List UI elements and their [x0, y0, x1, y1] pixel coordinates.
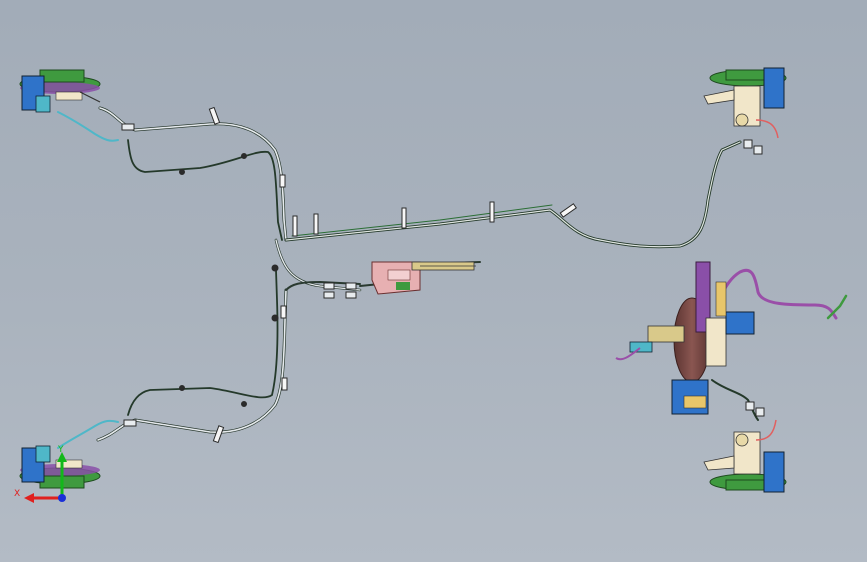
rear-left-upper-dark-tube — [127, 139, 283, 241]
brake-line-assembly-drawing: X Y — [14, 67, 848, 503]
cad-viewport[interactable]: X Y — [0, 0, 867, 562]
front-right-lower-tube — [711, 379, 759, 421]
front-right-upper-brake — [703, 67, 787, 139]
axis-z-dot-icon — [58, 494, 66, 502]
tube-clips — [121, 106, 765, 444]
axis-y-label: Y — [57, 445, 64, 455]
brake-tube-network — [57, 106, 848, 449]
rear-left-lower-tube — [96, 288, 288, 442]
purple-pipe — [716, 268, 838, 320]
front-right-lower-brake — [703, 419, 787, 493]
axis-x-label: X — [14, 489, 20, 499]
parking-brake-lever — [371, 261, 476, 295]
main-brake-line — [284, 140, 742, 249]
rear-left-upper-hose — [57, 111, 119, 142]
rear-left-upper-brake — [19, 69, 101, 113]
rear-left-lower-dark-tube — [127, 269, 279, 416]
